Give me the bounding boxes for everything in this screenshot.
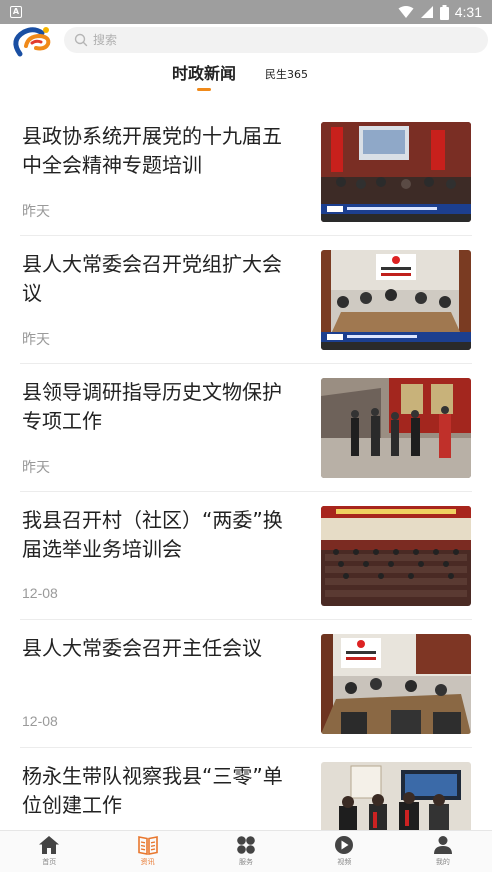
news-thumbnail[interactable] [321,762,471,830]
user-icon [433,836,452,854]
news-list: 县政协系统开展党的十九届五中全会精神专题培训 昨天 县人大常委会召开党组扩大会议 [0,108,492,830]
news-date: 昨天 [22,203,50,219]
news-thumbnail[interactable] [321,378,471,478]
play-icon [335,836,354,854]
news-title[interactable]: 县人大常委会召开党组扩大会议 [22,250,294,308]
nav-label: 资讯 [140,858,155,866]
search-bar[interactable] [64,27,488,53]
category-tabs: 时政新闻 民生365 [0,60,492,94]
nav-services[interactable]: 服务 [197,831,295,872]
nav-video[interactable]: 视频 [295,831,393,872]
news-item[interactable]: 县人大常委会召开主任会议 12-08 [20,620,472,748]
bottom-nav: 首页 资讯 服务 视频 我的 [0,830,492,872]
status-bar: A 4:31 [0,0,492,24]
news-title[interactable]: 我县召开村（社区）“两委”换届选举业务培训会 [22,506,294,564]
news-date: 昨天 [22,331,50,347]
status-left: A [10,6,22,18]
news-date: 昨天 [22,459,50,475]
news-title[interactable]: 县领导调研指导历史文物保护专项工作 [22,378,294,436]
wifi-icon [398,6,414,18]
news-title[interactable]: 杨永生带队视察我县“三零”单位创建工作 [22,762,294,820]
status-right: 4:31 [398,4,482,20]
nav-home[interactable]: 首页 [0,831,98,872]
news-icon [137,836,158,855]
nav-label: 视频 [337,858,352,866]
news-item[interactable]: 我县召开村（社区）“两委”换届选举业务培训会 12-08 [20,492,472,620]
app-logo[interactable] [12,24,56,58]
grid-icon [237,836,255,854]
signal-icon [420,6,433,18]
news-thumbnail[interactable] [321,506,471,606]
nav-label: 我的 [435,858,450,866]
logo-mark-icon [13,27,51,57]
news-thumbnail[interactable] [321,250,471,350]
active-tab-indicator [197,88,211,91]
nav-label: 首页 [42,858,57,866]
news-date: 12-08 [22,713,58,729]
nav-label: 服务 [239,858,254,866]
news-thumbnail[interactable] [321,122,471,222]
news-thumbnail[interactable] [321,634,471,734]
search-icon [74,33,88,47]
news-item[interactable]: 县政协系统开展党的十九届五中全会精神专题培训 昨天 [20,108,472,236]
news-item[interactable]: 县领导调研指导历史文物保护专项工作 昨天 [20,364,472,492]
header: 时政新闻 民生365 [0,24,492,120]
nav-profile[interactable]: 我的 [394,831,492,872]
news-title[interactable]: 县人大常委会召开主任会议 [22,634,294,663]
search-input[interactable] [93,33,393,47]
battery-icon [439,4,449,20]
news-item[interactable]: 县人大常委会召开党组扩大会议 昨天 [20,236,472,364]
tab-livelihood-365[interactable]: 民生365 [265,66,308,100]
notification-app-icon: A [10,6,22,18]
nav-news[interactable]: 资讯 [98,831,196,872]
news-date: 12-08 [22,585,58,601]
news-item[interactable]: 杨永生带队视察我县“三零”单位创建工作 [20,748,472,830]
status-time: 4:31 [454,4,482,20]
home-icon [39,836,60,854]
news-title[interactable]: 县政协系统开展党的十九届五中全会精神专题培训 [22,122,294,180]
